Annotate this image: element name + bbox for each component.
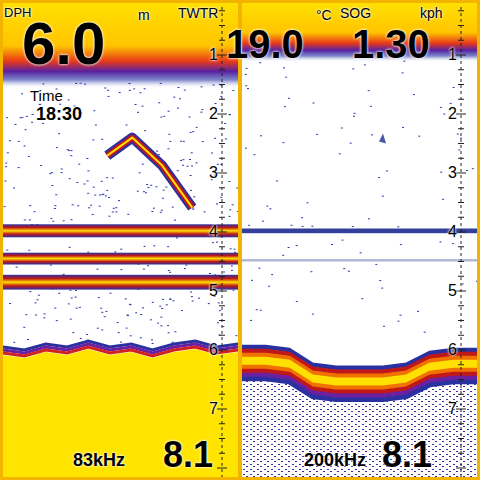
- fish-target: [107, 138, 192, 208]
- bottom-echo: [3, 341, 238, 477]
- depth-scale-label: 2: [448, 106, 457, 122]
- depth-scale-label: 7: [448, 401, 457, 417]
- time-label: Time: [30, 88, 63, 103]
- range-label: 8.1: [382, 437, 432, 473]
- depth-scale-label: 3: [209, 165, 218, 181]
- depth-scale-label: 4: [209, 224, 218, 240]
- readout-unit: m: [138, 8, 150, 22]
- readout-value: 19.0: [226, 24, 304, 64]
- depth-scale-label: 6: [448, 342, 457, 358]
- fish-target: [379, 134, 386, 144]
- depth-scale-label: 2: [209, 106, 218, 122]
- depth-scale-label: 4: [448, 224, 457, 240]
- echo-layer: [3, 253, 238, 265]
- readout-value: 6.0: [22, 14, 105, 74]
- depth-scale-label: 7: [209, 401, 218, 417]
- depth-scale-label: 3: [448, 165, 457, 181]
- readout-label: TWTR: [178, 6, 218, 20]
- echo-layer: [3, 224, 238, 237]
- frequency-label: 83kHz: [73, 451, 125, 469]
- depth-scale-label: 1: [448, 47, 457, 63]
- echo-layer: [3, 275, 238, 290]
- pane-row: 1 2 3 4 5 6 7 83kHz 8.1 1 2 3 4 5 6 7 200kHz 8.1: [3, 3, 477, 477]
- echo-layer: [242, 229, 477, 234]
- range-label: 8.1: [163, 437, 213, 473]
- sonar-screen: 1 2 3 4 5 6 7 83kHz 8.1 1 2 3 4 5 6 7 200kHz 8.1 DPH m 6.0 T…: [0, 0, 480, 480]
- readout-unit: °C: [316, 8, 332, 22]
- depth-scale-label: 1: [209, 47, 218, 63]
- depth-scale-label: 5: [209, 283, 218, 299]
- readout-overlay: DPH m 6.0 TWTR °C 19.0 SOG kph 1.30 Time 18:30: [0, 0, 480, 480]
- sonar-pane: 1 2 3 4 5 6 7 83kHz 8.1: [3, 3, 238, 477]
- sonar-pane: 1 2 3 4 5 6 7 200kHz 8.1: [242, 3, 477, 477]
- readout-unit: kph: [420, 6, 443, 20]
- readout-value: 1.30: [352, 24, 430, 64]
- readout-label: SOG: [340, 6, 371, 20]
- sonar-echo-chart: [3, 3, 238, 477]
- depth-scale-label: 6: [209, 342, 218, 358]
- readout-label: DPH: [4, 6, 31, 19]
- sonar-echo-chart: [242, 3, 477, 477]
- depth-scale-label: 5: [448, 283, 457, 299]
- bottom-echo: [242, 347, 477, 477]
- echo-layer: [242, 259, 477, 261]
- frequency-label: 200kHz: [304, 451, 366, 469]
- time-value: 18:30: [36, 105, 82, 123]
